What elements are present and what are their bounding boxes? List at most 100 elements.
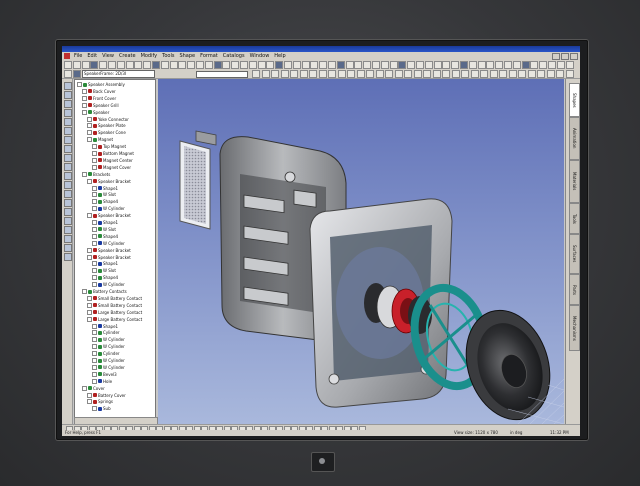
tool-button[interactable] (64, 145, 72, 153)
tree-item[interactable]: Speaker Cone (87, 130, 126, 136)
toolbar-button[interactable] (480, 70, 488, 78)
expand-toggle-icon[interactable] (87, 309, 92, 315)
toolbar-button[interactable] (423, 70, 431, 78)
tab-parts[interactable]: Parts (569, 274, 580, 305)
tool-button[interactable] (64, 208, 72, 216)
toolbar-button[interactable] (108, 61, 116, 69)
toolbar-button[interactable] (398, 61, 407, 69)
toolbar-button[interactable] (380, 61, 389, 69)
expand-toggle-icon[interactable] (87, 130, 92, 136)
part-icon[interactable] (73, 70, 81, 78)
toolbar-button[interactable] (301, 61, 310, 69)
expand-toggle-icon[interactable] (92, 206, 97, 212)
toolbar-button[interactable] (366, 70, 374, 78)
tree-item[interactable]: Hole (92, 378, 112, 384)
tree-item[interactable]: Shape4 (92, 275, 118, 281)
tool-button[interactable] (64, 190, 72, 198)
menu-item-catalogs[interactable]: Catalogs (223, 52, 245, 60)
toolbar-button[interactable] (345, 61, 354, 69)
toolbar-button[interactable] (565, 70, 574, 78)
expand-toggle-icon[interactable] (87, 247, 92, 253)
toolbar-button[interactable] (416, 61, 424, 69)
tool-button[interactable] (64, 154, 72, 162)
toolbar-button[interactable] (451, 70, 460, 78)
toolbar-button[interactable] (404, 70, 412, 78)
tree-item[interactable]: Sub (92, 406, 111, 412)
expand-toggle-icon[interactable] (92, 275, 97, 281)
toolbar-button[interactable] (539, 61, 548, 69)
toolbar-button[interactable] (328, 70, 336, 78)
expand-toggle-icon[interactable] (92, 323, 97, 329)
expand-toggle-icon[interactable] (92, 157, 97, 163)
expand-toggle-icon[interactable] (82, 88, 87, 94)
expand-toggle-icon[interactable] (87, 392, 92, 398)
tree-item[interactable]: Large Battery Contact (87, 309, 142, 315)
toolbar-button[interactable] (548, 61, 556, 69)
maximize-button[interactable] (561, 53, 569, 60)
tree-item[interactable]: Speaker Bracket (87, 254, 131, 260)
expand-toggle-icon[interactable] (92, 330, 97, 336)
power-button[interactable] (311, 452, 335, 472)
tree-item[interactable]: Magnet Cover (92, 164, 131, 170)
tree-item[interactable]: W Cylinder (92, 206, 125, 212)
tree-item[interactable]: Bottom Magnet (92, 151, 134, 156)
toolbar-button[interactable] (169, 61, 178, 69)
expand-toggle-icon[interactable] (87, 123, 92, 129)
toolbar-button[interactable] (266, 61, 275, 69)
tool-button[interactable] (64, 163, 72, 171)
toolbar-button[interactable] (187, 61, 196, 69)
menu-item-window[interactable]: Window (250, 52, 270, 60)
tree-item[interactable]: Front Cover (82, 95, 116, 101)
toolbar-button[interactable] (489, 70, 498, 78)
toolbar-button[interactable] (290, 70, 298, 78)
tab-mechanisms[interactable]: Mechanisms (569, 305, 580, 351)
menu-item-format[interactable]: Format (200, 52, 218, 60)
tree-item[interactable]: Speaker Bracket (87, 178, 131, 184)
tree-item[interactable]: Large Battery Contact (87, 316, 142, 322)
toolbar-button[interactable] (432, 70, 441, 78)
toolbar-button[interactable] (486, 61, 495, 69)
toolbar-button[interactable] (196, 61, 204, 69)
toolbar-button[interactable] (413, 70, 422, 78)
toolbar-button[interactable] (178, 61, 187, 69)
toolbar-button[interactable] (252, 70, 260, 78)
tree-item[interactable]: Magnet (87, 137, 113, 143)
tab-surfaces[interactable]: Surfaces (569, 234, 580, 274)
tree-item[interactable]: Cover (82, 385, 105, 391)
toolbar-button[interactable] (460, 61, 468, 69)
menu-item-create[interactable]: Create (119, 52, 136, 60)
toolbar-button[interactable] (556, 61, 565, 69)
tree-item[interactable]: Small Battery Contact (87, 302, 142, 308)
toolbar-button[interactable] (248, 61, 257, 69)
tree-item[interactable]: Brackets (82, 171, 110, 177)
toolbar-button[interactable] (508, 70, 517, 78)
expand-toggle-icon[interactable] (82, 95, 87, 101)
toolbar-button[interactable] (504, 61, 512, 69)
toolbar-button[interactable] (72, 61, 81, 69)
toolbar-button[interactable] (546, 70, 555, 78)
toolbar-button[interactable] (389, 61, 398, 69)
toolbar-button[interactable] (222, 61, 231, 69)
expand-toggle-icon[interactable] (92, 371, 97, 377)
tree-item[interactable]: Springs (87, 399, 113, 405)
tree-item[interactable]: Bevel3 (92, 371, 117, 377)
tree-item[interactable]: Shape1 (92, 323, 118, 329)
toolbar-button[interactable] (257, 61, 266, 69)
expand-toggle-icon[interactable] (92, 358, 97, 363)
tree-item[interactable]: W Slot (92, 268, 116, 274)
toolbar-button[interactable] (442, 61, 451, 69)
toolbar-button[interactable] (424, 61, 433, 69)
tree-item[interactable]: Shape1 (92, 185, 118, 191)
menu-item-tools[interactable]: Tools (162, 52, 174, 60)
toolbar-button[interactable] (64, 61, 72, 69)
close-button[interactable] (570, 53, 578, 60)
tool-button[interactable] (64, 91, 72, 99)
toolbar-button[interactable] (328, 61, 336, 69)
toolbar-button[interactable] (527, 70, 536, 78)
toolbar-button[interactable] (499, 70, 507, 78)
tree-item[interactable]: Speaker Bracket (87, 213, 131, 219)
toolbar-button[interactable] (363, 61, 372, 69)
expand-toggle-icon[interactable] (92, 226, 97, 232)
menu-item-shape[interactable]: Shape (179, 52, 195, 60)
tree-item[interactable]: Magnet Center (92, 157, 133, 163)
